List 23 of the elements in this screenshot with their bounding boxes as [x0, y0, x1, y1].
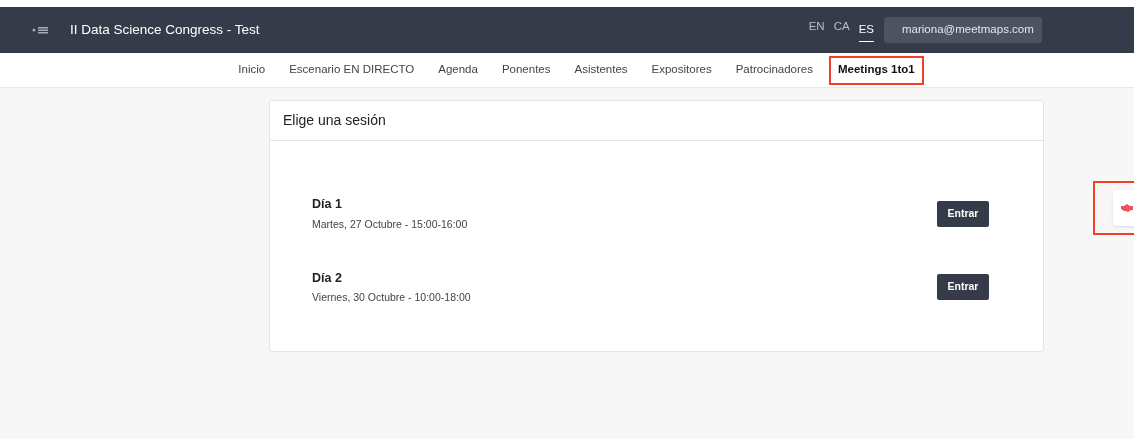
card-title: Elige una sesión: [283, 111, 386, 130]
nav-tab[interactable]: Asistentes: [562, 61, 640, 79]
nav-tab[interactable]: Agenda: [426, 61, 490, 79]
session-name: Día 1: [312, 196, 343, 213]
language-link[interactable]: ES: [858, 21, 874, 42]
nav-tab[interactable]: Inicio: [226, 61, 278, 79]
nav-tab[interactable]: Meetings 1to1: [829, 55, 924, 85]
session-time: Viernes, 30 Octubre - 10:00-18:00: [312, 290, 471, 306]
user-button[interactable]: mariona@meetmaps.com: [884, 17, 1042, 43]
language-link[interactable]: EN: [808, 18, 825, 42]
event-title: II Data Science Congress - Test: [70, 20, 260, 39]
logo-icon: [32, 25, 50, 35]
handshake-icon: [1121, 204, 1133, 212]
session-name: Día 2: [312, 269, 343, 287]
language-link[interactable]: CA: [833, 18, 850, 42]
nav-tab[interactable]: Patrocinadores: [723, 61, 825, 79]
meeting-button[interactable]: [1113, 190, 1134, 226]
enter-button[interactable]: Entrar: [937, 200, 989, 227]
nav-tab[interactable]: Ponentes: [489, 61, 563, 79]
session-time: Martes, 27 Octubre - 15:00-16:00: [312, 216, 468, 232]
nav-tab[interactable]: Escenario EN DIRECTO: [277, 61, 427, 79]
nav-tab[interactable]: Expositores: [639, 61, 724, 79]
enter-button[interactable]: Entrar: [937, 274, 989, 301]
